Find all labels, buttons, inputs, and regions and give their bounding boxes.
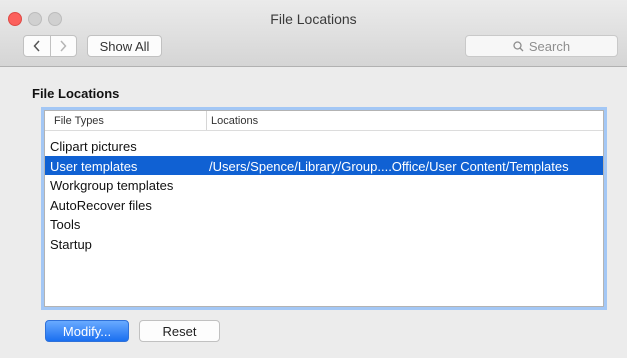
file-type-cell: Startup [50,236,92,252]
file-locations-table[interactable]: File Types Locations Clipart pictures Us… [44,110,604,307]
search-field[interactable]: Search [465,35,618,57]
column-header-file-types[interactable]: File Types [54,115,104,127]
table-row[interactable]: Startup [45,234,603,254]
file-type-cell: User templates [50,158,138,174]
table-row[interactable]: Tools [45,214,603,234]
show-all-button[interactable]: Show All [87,35,162,57]
window-title: File Locations [270,11,357,27]
file-type-cell: Clipart pictures [50,139,137,154]
section-title: File Locations [32,86,120,101]
file-type-cell: Tools [50,217,81,232]
reset-button[interactable]: Reset [139,320,220,342]
location-cell: /Users/Spence/Library/Group....Office/Us… [209,158,569,174]
file-type-cell: Workgroup templates [50,178,174,193]
table-row[interactable]: Clipart pictures [45,136,603,156]
table-row-selected[interactable]: User templates /Users/Spence/Library/Gro… [45,155,603,175]
modify-button[interactable]: Modify... [45,320,129,342]
navigation-group [23,35,77,57]
chevron-right-icon [60,40,67,52]
forward-button[interactable] [49,36,77,56]
preferences-window: File Locations Show All Search File Loca… [0,0,627,358]
chevron-left-icon [33,40,40,52]
search-placeholder: Search [528,38,571,54]
column-divider [206,111,207,130]
table-header: File Types Locations [45,111,603,131]
column-header-locations[interactable]: Locations [211,115,258,127]
table-row[interactable]: Workgroup templates [45,175,603,195]
titlebar: File Locations Show All Search [0,0,627,67]
back-button[interactable] [24,36,50,56]
table-body: Clipart pictures User templates /Users/S… [45,131,603,253]
file-type-cell: AutoRecover files [50,197,152,213]
search-icon [513,40,524,51]
table-row[interactable]: AutoRecover files [45,195,603,215]
